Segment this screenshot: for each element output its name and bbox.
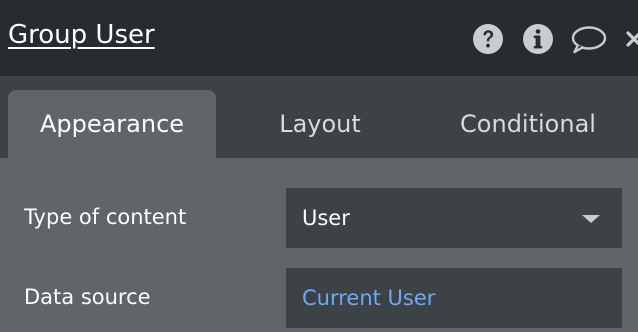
editor-header: Group User (0, 0, 638, 76)
chevron-down-icon (582, 215, 600, 223)
comment-icon[interactable] (570, 22, 608, 56)
data-source-label: Data source (24, 285, 151, 309)
data-source-field[interactable]: Current User (286, 268, 622, 328)
type-of-content-value: User (302, 206, 350, 230)
type-of-content-label: Type of content (24, 205, 187, 229)
type-of-content-dropdown[interactable]: User (286, 188, 622, 248)
close-icon[interactable] (626, 22, 638, 56)
data-source-value[interactable]: Current User (302, 286, 435, 310)
help-icon[interactable] (471, 22, 505, 56)
info-icon[interactable] (521, 22, 555, 56)
tab-conditional[interactable]: Conditional (428, 90, 628, 158)
tab-appearance[interactable]: Appearance (8, 90, 216, 158)
element-title[interactable]: Group User (8, 20, 155, 50)
tab-bar: Appearance Layout Conditional (0, 76, 638, 158)
tab-layout[interactable]: Layout (240, 90, 400, 158)
